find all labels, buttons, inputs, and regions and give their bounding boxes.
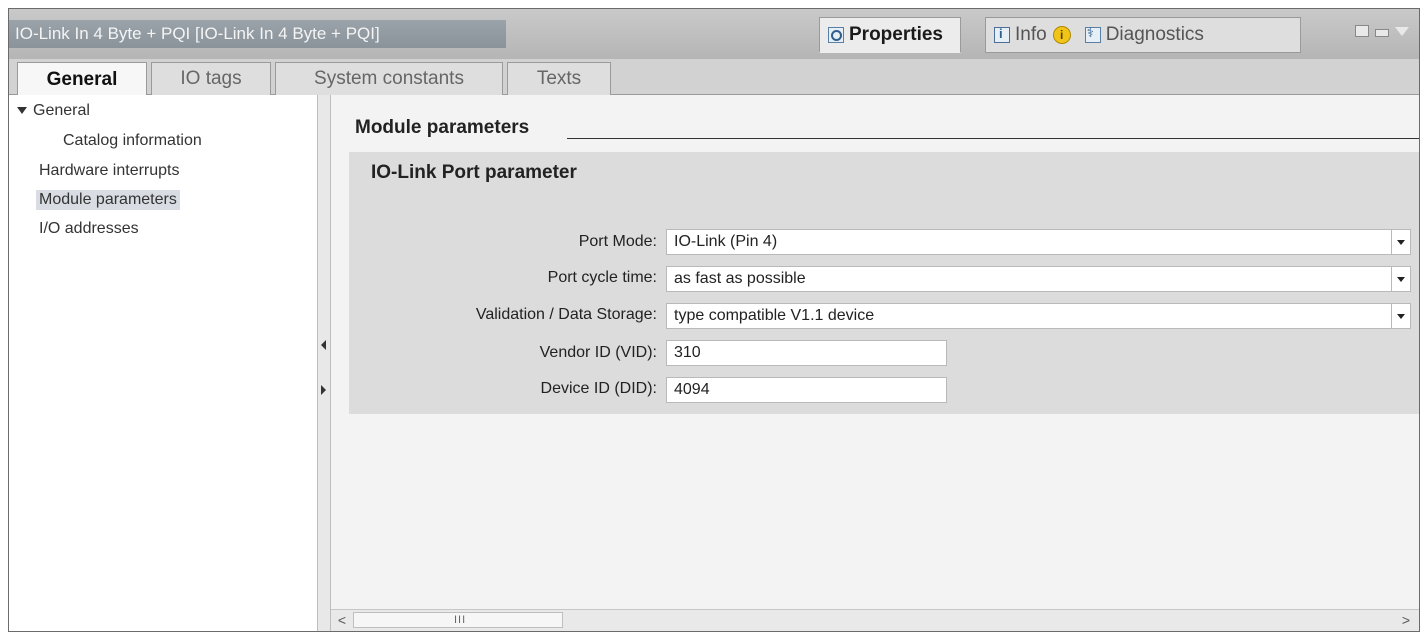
validation-value: type compatible V1.1 device: [674, 307, 875, 324]
tab-system-constants[interactable]: System constants: [275, 62, 503, 95]
content-pane: Module parameters IO-Link Port parameter…: [331, 95, 1419, 631]
scroll-left-icon[interactable]: <: [333, 612, 351, 629]
tab-texts[interactable]: Texts: [507, 62, 611, 95]
port-mode-value: IO-Link (Pin 4): [674, 233, 778, 250]
validation-label: Validation / Data Storage:: [475, 306, 657, 323]
magnifier-icon: [828, 27, 844, 43]
window-title: IO-Link In 4 Byte + PQI [IO-Link In 4 By…: [9, 20, 506, 48]
nav-item-hardware-interrupts[interactable]: Hardware interrupts: [39, 162, 180, 180]
port-cycle-time-select[interactable]: as fast as possible: [666, 266, 1411, 292]
scroll-grip: III: [454, 614, 467, 626]
nav-label-general: General: [33, 102, 90, 119]
expand-right-icon[interactable]: [321, 385, 326, 395]
port-mode-select[interactable]: IO-Link (Pin 4): [666, 229, 1411, 255]
nav-item-catalog-information[interactable]: Catalog information: [63, 132, 202, 150]
scroll-thumb[interactable]: III: [353, 612, 563, 628]
section-title: Module parameters: [355, 117, 530, 138]
info-diagnostics-tabs: Info i Diagnostics: [985, 17, 1301, 53]
info-icon: [994, 26, 1010, 43]
diagnostics-label: Diagnostics: [1105, 24, 1204, 45]
pane-splitter[interactable]: [317, 95, 331, 631]
port-cycle-time-value: as fast as possible: [674, 270, 806, 287]
validation-select[interactable]: type compatible V1.1 device: [666, 303, 1411, 329]
device-id-field[interactable]: 4094: [666, 377, 947, 403]
dropdown-arrow-icon[interactable]: [1391, 304, 1410, 328]
info-label: Info: [1015, 24, 1047, 45]
device-id-label: Device ID (DID):: [540, 380, 657, 397]
section-divider: [567, 138, 1419, 139]
title-bar: IO-Link In 4 Byte + PQI [IO-Link In 4 By…: [9, 9, 1419, 59]
port-cycle-time-label: Port cycle time:: [547, 269, 657, 286]
properties-panel: IO-Link In 4 Byte + PQI [IO-Link In 4 By…: [8, 8, 1420, 632]
expand-triangle-icon[interactable]: [17, 107, 27, 115]
left-nav: General Catalog information Hardware int…: [9, 95, 317, 631]
dropdown-arrow-icon[interactable]: [1391, 230, 1410, 254]
horizontal-scrollbar[interactable]: < III >: [331, 609, 1419, 631]
group-title: IO-Link Port parameter: [371, 162, 577, 183]
io-link-port-parameter-group: IO-Link Port parameter Port Mode: IO-Lin…: [349, 152, 1419, 414]
minimize-icon[interactable]: [1375, 29, 1389, 37]
tab-info[interactable]: Info i: [986, 24, 1077, 46]
nav-item-io-addresses[interactable]: I/O addresses: [39, 220, 139, 238]
tab-general[interactable]: General: [17, 62, 147, 96]
vendor-id-label: Vendor ID (VID):: [539, 344, 657, 361]
tab-bar: General IO tags System constants Texts: [9, 59, 1419, 96]
dropdown-arrow-icon[interactable]: [1391, 267, 1410, 291]
tab-properties[interactable]: Properties: [819, 17, 961, 53]
nav-item-module-parameters[interactable]: Module parameters: [36, 190, 180, 210]
diagnostics-icon: [1084, 25, 1101, 43]
window-controls: [1355, 25, 1409, 37]
warning-icon: i: [1052, 26, 1071, 44]
nav-item-general[interactable]: General: [17, 102, 90, 120]
port-mode-label: Port Mode:: [578, 233, 657, 250]
scroll-right-icon[interactable]: >: [1397, 612, 1415, 629]
vendor-id-field[interactable]: 310: [666, 340, 947, 366]
collapse-left-icon[interactable]: [321, 340, 326, 350]
tab-io-tags[interactable]: IO tags: [151, 62, 271, 95]
tab-diagnostics[interactable]: Diagnostics: [1077, 24, 1204, 46]
float-icon[interactable]: [1355, 25, 1369, 37]
chevron-down-icon[interactable]: [1395, 26, 1409, 36]
properties-label: Properties: [849, 24, 943, 45]
